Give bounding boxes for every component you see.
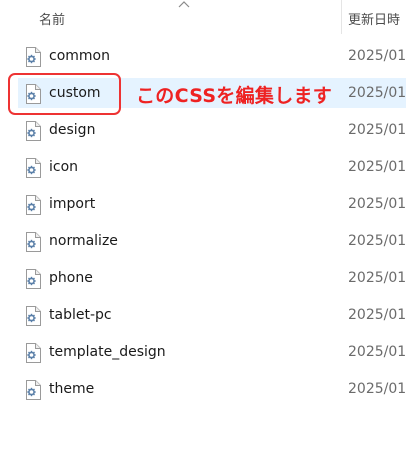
file-row[interactable]: theme 2025/01/ — [0, 374, 406, 404]
file-date-modified: 2025/01/ — [348, 196, 406, 212]
file-row[interactable]: phone 2025/01/ — [0, 263, 406, 293]
css-file-icon — [26, 380, 41, 400]
css-file-icon — [26, 195, 41, 215]
file-name[interactable]: tablet-pc — [49, 307, 112, 323]
file-row[interactable]: normalize 2025/01/ — [0, 226, 406, 256]
file-row[interactable]: tablet-pc 2025/01/ — [0, 300, 406, 330]
file-row[interactable]: icon 2025/01/ — [0, 152, 406, 182]
annotation-text: このCSSを編集します — [136, 85, 333, 107]
file-date-modified: 2025/01/ — [348, 381, 406, 397]
sort-ascending-icon — [178, 1, 190, 8]
file-date-modified: 2025/01/ — [348, 233, 406, 249]
column-header: 名前 更新日時 — [0, 0, 406, 34]
file-date-modified: 2025/01/ — [348, 122, 406, 138]
file-date-modified: 2025/01/ — [348, 344, 406, 360]
file-name[interactable]: template_design — [49, 344, 166, 360]
date-modified-column-header[interactable]: 更新日時 — [348, 9, 400, 28]
file-date-modified: 2025/01/ — [348, 159, 406, 175]
file-name[interactable]: common — [49, 48, 110, 64]
file-name[interactable]: design — [49, 122, 95, 138]
css-file-icon — [26, 269, 41, 289]
file-name[interactable]: theme — [49, 381, 94, 397]
file-date-modified: 2025/01/ — [348, 307, 406, 323]
css-file-icon — [26, 47, 41, 67]
file-name[interactable]: phone — [49, 270, 93, 286]
css-file-icon — [26, 343, 41, 363]
file-row[interactable]: import 2025/01/ — [0, 189, 406, 219]
file-date-modified: 2025/01/ — [348, 48, 406, 64]
annotation-highlight-box — [8, 73, 121, 115]
name-column-header[interactable]: 名前 — [39, 9, 65, 28]
file-name[interactable]: icon — [49, 159, 78, 175]
file-name[interactable]: import — [49, 196, 95, 212]
file-row[interactable]: design 2025/01/ — [0, 115, 406, 145]
css-file-icon — [26, 121, 41, 141]
file-row[interactable]: template_design 2025/01/ — [0, 337, 406, 367]
column-separator[interactable] — [341, 0, 342, 34]
file-name[interactable]: normalize — [49, 233, 118, 249]
file-row[interactable]: common 2025/01/ — [0, 41, 406, 71]
css-file-icon — [26, 158, 41, 178]
css-file-icon — [26, 306, 41, 326]
file-date-modified: 2025/01/ — [348, 270, 406, 286]
css-file-icon — [26, 232, 41, 252]
file-date-modified: 2025/01/ — [348, 85, 406, 101]
